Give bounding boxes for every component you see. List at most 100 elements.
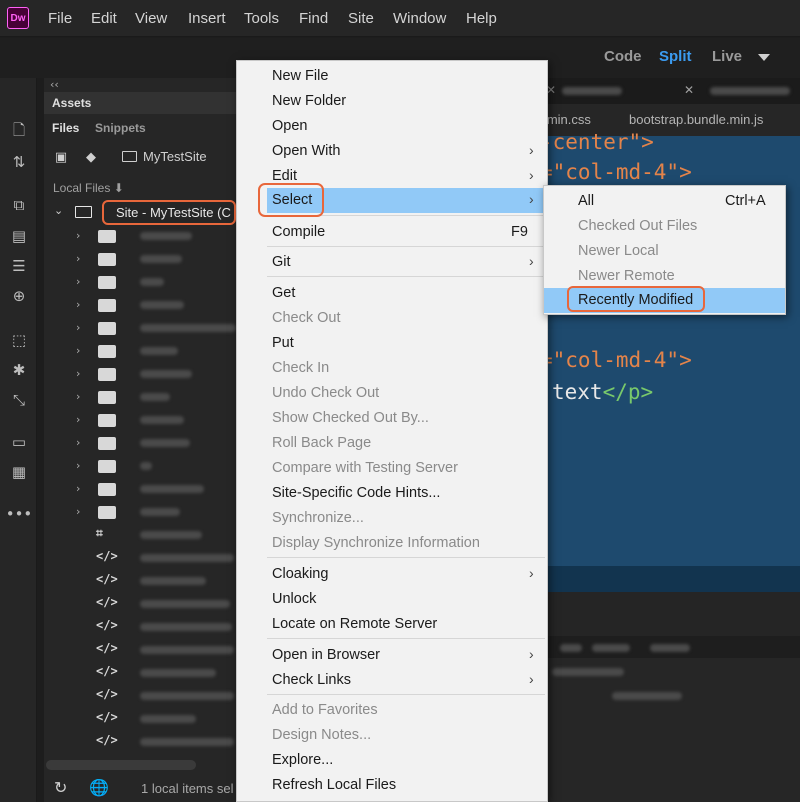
assets-tab[interactable]: Assets bbox=[52, 96, 91, 110]
tree-row[interactable]: › bbox=[44, 340, 240, 362]
blurred-tab-title[interactable] bbox=[710, 87, 790, 95]
menu-item-site-specific-code-hints[interactable]: Site-Specific Code Hints... bbox=[237, 481, 547, 506]
menu-insert[interactable]: Insert bbox=[188, 10, 226, 27]
tree-row[interactable]: › bbox=[44, 455, 240, 477]
live-view-button[interactable]: Live bbox=[712, 48, 742, 65]
menu-find[interactable]: Find bbox=[299, 10, 328, 27]
tree-row[interactable]: </> bbox=[44, 593, 240, 615]
menu-item-new-folder[interactable]: New Folder bbox=[237, 89, 547, 114]
tree-row[interactable]: › bbox=[44, 386, 240, 408]
refresh-icon[interactable]: ↻ bbox=[54, 778, 67, 797]
menu-file[interactable]: File bbox=[48, 10, 72, 27]
tree-row[interactable]: › bbox=[44, 317, 240, 339]
chevron-right-icon[interactable]: › bbox=[76, 505, 80, 518]
chevron-right-icon[interactable]: › bbox=[76, 482, 80, 495]
chevron-right-icon[interactable]: › bbox=[76, 275, 80, 288]
menu-item-cloaking[interactable]: Cloaking › bbox=[237, 562, 547, 587]
tree-row[interactable]: › bbox=[44, 294, 240, 316]
css-designer-icon[interactable]: ☰ bbox=[9, 256, 29, 276]
asset-icon[interactable]: ✱ bbox=[9, 360, 29, 380]
tree-row[interactable]: </> bbox=[44, 570, 240, 592]
tree-row[interactable]: › bbox=[44, 248, 240, 270]
tree-row[interactable]: › bbox=[44, 225, 240, 247]
behaviors-icon[interactable]: ⤡ bbox=[9, 390, 29, 410]
dom-icon[interactable]: ⬚ bbox=[9, 330, 29, 350]
tree-row[interactable]: › bbox=[44, 432, 240, 454]
close-icon[interactable]: ✕ bbox=[684, 83, 694, 97]
menu-item-put[interactable]: Put bbox=[237, 331, 547, 356]
menu-item-git[interactable]: Git › bbox=[237, 250, 547, 275]
git-icon[interactable]: ◆ bbox=[82, 148, 100, 166]
chevron-right-icon[interactable]: › bbox=[76, 252, 80, 265]
blurred-tab[interactable] bbox=[560, 644, 582, 652]
blurred-tab-title[interactable] bbox=[562, 87, 622, 95]
properties-icon[interactable]: ▤ bbox=[9, 226, 29, 246]
menu-tools[interactable]: Tools bbox=[244, 10, 279, 27]
menu-item-check-links[interactable]: Check Links › bbox=[237, 668, 547, 693]
horizontal-scrollbar[interactable] bbox=[46, 760, 196, 770]
tab-snippets[interactable]: Snippets bbox=[95, 121, 146, 135]
menu-window[interactable]: Window bbox=[393, 10, 446, 27]
tree-row[interactable]: </> bbox=[44, 616, 240, 638]
split-view-button[interactable]: Split bbox=[659, 48, 692, 65]
tree-row[interactable]: › bbox=[44, 478, 240, 500]
menu-item-locate-on-remote-server[interactable]: Locate on Remote Server bbox=[237, 612, 547, 637]
menu-item-explore[interactable]: Explore... bbox=[237, 748, 547, 773]
menu-item-open-in-browser[interactable]: Open in Browser › bbox=[237, 643, 547, 668]
tree-row[interactable]: ⌗ bbox=[44, 524, 240, 546]
menu-edit[interactable]: Edit bbox=[91, 10, 117, 27]
tree-row[interactable]: </> bbox=[44, 639, 240, 661]
comment-icon[interactable]: ▭ bbox=[9, 432, 29, 452]
menu-item-open-with[interactable]: Open With › bbox=[237, 139, 547, 164]
chevron-right-icon[interactable]: › bbox=[76, 344, 80, 357]
connect-icon[interactable]: ▣ bbox=[52, 148, 70, 166]
local-files-label[interactable]: Local Files ⬇ bbox=[53, 181, 124, 195]
submenu-item-all[interactable]: All Ctrl+A bbox=[544, 189, 785, 214]
tree-root-row[interactable]: ⌄ Site - MyTestSite (C bbox=[44, 200, 240, 225]
collapse-panel-icon[interactable]: ‹‹ bbox=[50, 78, 59, 91]
chevron-down-icon[interactable]: ⌄ bbox=[54, 204, 63, 217]
chevron-right-icon[interactable]: › bbox=[76, 321, 80, 334]
file-icon[interactable]: 🗋 bbox=[9, 121, 29, 142]
tree-row[interactable]: </> bbox=[44, 731, 240, 753]
chevron-right-icon[interactable]: › bbox=[76, 367, 80, 380]
code-icon[interactable]: ⧉ bbox=[9, 195, 29, 215]
site-select[interactable]: MyTestSite bbox=[122, 149, 240, 167]
tree-row[interactable]: </> bbox=[44, 685, 240, 707]
tab-files[interactable]: Files bbox=[52, 121, 79, 135]
insert-icon[interactable]: ⊕ bbox=[9, 286, 29, 306]
chevron-right-icon[interactable]: › bbox=[76, 459, 80, 472]
menu-view[interactable]: View bbox=[135, 10, 167, 27]
related-file[interactable]: bootstrap.bundle.min.js bbox=[629, 112, 763, 127]
chevron-right-icon[interactable]: › bbox=[76, 390, 80, 403]
tree-row[interactable]: › bbox=[44, 409, 240, 431]
menu-item-get[interactable]: Get bbox=[237, 281, 547, 306]
blurred-filename bbox=[140, 485, 204, 493]
arrows-updown-icon[interactable]: ⇅ bbox=[9, 152, 29, 172]
chevron-right-icon[interactable]: › bbox=[76, 229, 80, 242]
snippet-icon[interactable]: ▦ bbox=[9, 462, 29, 482]
tree-row[interactable]: › bbox=[44, 271, 240, 293]
tree-row[interactable]: </> bbox=[44, 708, 240, 730]
globe-icon[interactable]: 🌐 bbox=[89, 778, 109, 797]
tree-row[interactable]: › bbox=[44, 501, 240, 523]
tree-row[interactable]: </> bbox=[44, 662, 240, 684]
code-view-button[interactable]: Code bbox=[604, 48, 642, 65]
menu-help[interactable]: Help bbox=[466, 10, 497, 27]
chevron-right-icon[interactable]: › bbox=[76, 436, 80, 449]
menu-item-refresh-local-files[interactable]: Refresh Local Files bbox=[237, 773, 547, 798]
tree-row[interactable]: </> bbox=[44, 547, 240, 569]
menu-item-new-file[interactable]: New File bbox=[237, 64, 547, 89]
menu-item-open[interactable]: Open bbox=[237, 114, 547, 139]
chevron-right-icon[interactable]: › bbox=[76, 413, 80, 426]
tree-row[interactable]: › bbox=[44, 363, 240, 385]
chevron-right-icon[interactable]: › bbox=[76, 298, 80, 311]
blurred-tab[interactable] bbox=[592, 644, 630, 652]
folder-icon bbox=[98, 506, 116, 519]
menu-item-unlock[interactable]: Unlock bbox=[237, 587, 547, 612]
blurred-tab[interactable] bbox=[650, 644, 690, 652]
view-dropdown-icon[interactable] bbox=[758, 54, 770, 61]
more-icon[interactable]: ••• bbox=[6, 504, 33, 524]
menu-item-compile[interactable]: Compile F9 bbox=[237, 220, 547, 245]
menu-site[interactable]: Site bbox=[348, 10, 374, 27]
